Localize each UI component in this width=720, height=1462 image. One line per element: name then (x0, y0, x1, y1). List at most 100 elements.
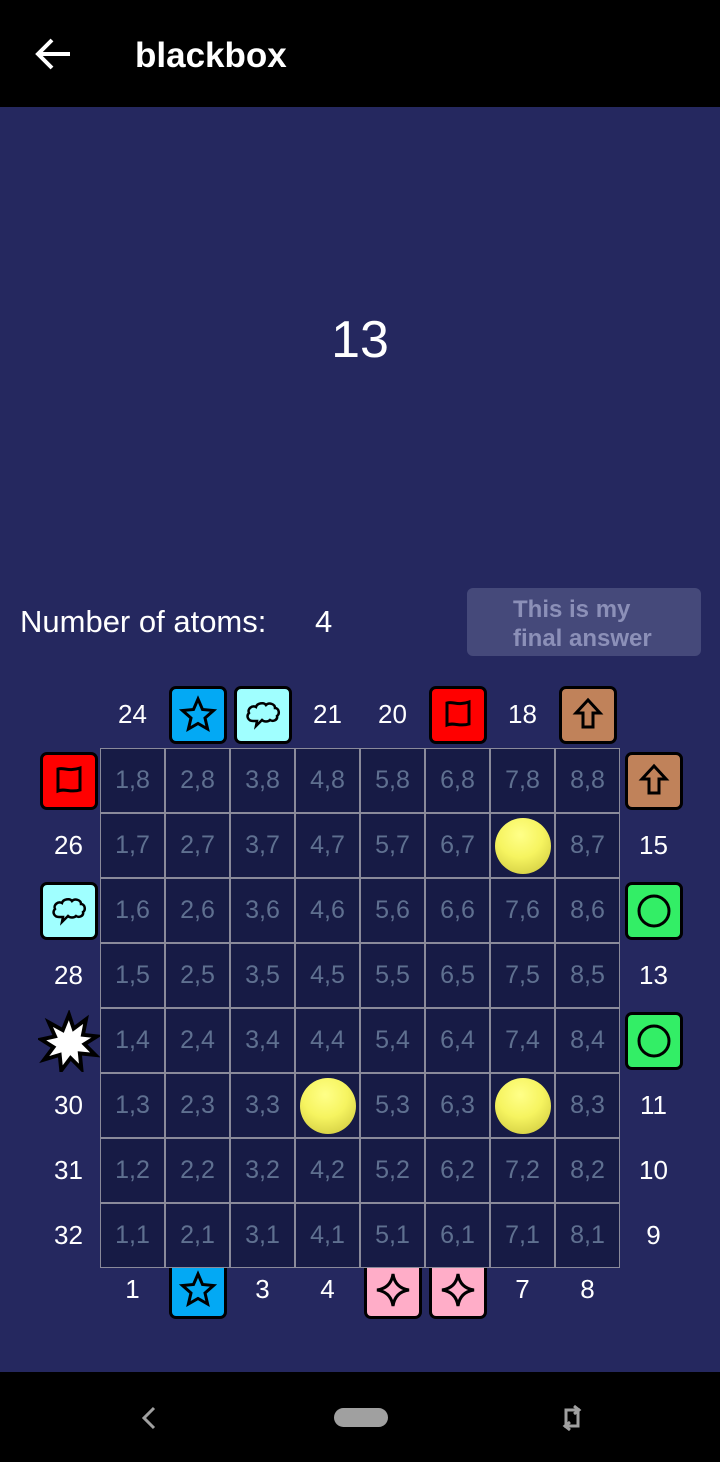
arrow-left-icon[interactable] (32, 30, 74, 78)
board-cell[interactable]: 2,7 (165, 813, 230, 878)
board-cell[interactable]: 3,5 (230, 943, 295, 1008)
board-cell[interactable]: 3,8 (230, 748, 295, 813)
final-answer-button[interactable]: This is my final answer (467, 588, 701, 656)
board-cell[interactable]: 4,2 (295, 1138, 360, 1203)
board-cell[interactable]: 7,2 (490, 1138, 555, 1203)
board-cell[interactable]: 5,4 (360, 1008, 425, 1073)
board-cell[interactable]: 3,6 (230, 878, 295, 943)
board-cell[interactable]: 6,1 (425, 1203, 490, 1268)
board-cell[interactable]: 7,8 (490, 748, 555, 813)
board-cell[interactable]: 8,1 (555, 1203, 620, 1268)
edge-label-21[interactable]: 21 (295, 682, 360, 747)
board-cell[interactable]: 2,3 (165, 1073, 230, 1138)
edge-label-31[interactable]: 31 (36, 1138, 101, 1203)
edge-label-24[interactable]: 24 (100, 682, 165, 747)
board-cell[interactable]: 8,2 (555, 1138, 620, 1203)
board-cell[interactable]: 1,1 (100, 1203, 165, 1268)
board-cell[interactable]: 3,7 (230, 813, 295, 878)
edge-label-32[interactable]: 32 (36, 1203, 101, 1268)
cloud-marker[interactable] (230, 682, 295, 747)
board-cell[interactable]: 6,2 (425, 1138, 490, 1203)
board-cell[interactable]: 5,6 (360, 878, 425, 943)
arrow-marker[interactable] (555, 682, 620, 747)
board-cell[interactable]: 1,2 (100, 1138, 165, 1203)
edge-label-9[interactable]: 9 (621, 1203, 686, 1268)
board-cell[interactable]: 3,2 (230, 1138, 295, 1203)
star-icon (168, 685, 227, 744)
rotate-icon[interactable] (558, 1400, 586, 1436)
cloud-marker[interactable] (36, 878, 101, 943)
board-cell-atom[interactable] (295, 1073, 360, 1138)
board-cell[interactable]: 5,5 (360, 943, 425, 1008)
board-cell[interactable]: 4,4 (295, 1008, 360, 1073)
explosion-icon[interactable] (36, 1008, 101, 1073)
edge-label-10[interactable]: 10 (621, 1138, 686, 1203)
board-cell[interactable]: 1,5 (100, 943, 165, 1008)
board-cell[interactable]: 3,4 (230, 1008, 295, 1073)
edge-label-26[interactable]: 26 (36, 813, 101, 878)
board-cell[interactable]: 2,1 (165, 1203, 230, 1268)
edge-label-30[interactable]: 30 (36, 1073, 101, 1138)
arrow-marker[interactable] (621, 748, 686, 813)
atom-ball-icon (299, 1077, 356, 1134)
flag-marker[interactable] (425, 682, 490, 747)
board-cell[interactable]: 3,3 (230, 1073, 295, 1138)
board-cell[interactable]: 1,8 (100, 748, 165, 813)
atom-ball-icon (494, 1077, 551, 1134)
edge-label-13[interactable]: 13 (621, 943, 686, 1008)
board-cell[interactable]: 8,3 (555, 1073, 620, 1138)
circle-icon (624, 881, 683, 940)
board-cell[interactable]: 5,8 (360, 748, 425, 813)
arrow-icon (624, 751, 683, 810)
board-cell[interactable]: 1,4 (100, 1008, 165, 1073)
board-cell[interactable]: 7,4 (490, 1008, 555, 1073)
board-cell[interactable]: 8,7 (555, 813, 620, 878)
board-cell[interactable]: 5,3 (360, 1073, 425, 1138)
board-cell[interactable]: 4,1 (295, 1203, 360, 1268)
board-cell[interactable]: 7,1 (490, 1203, 555, 1268)
board-cell[interactable]: 2,5 (165, 943, 230, 1008)
board-cell[interactable]: 2,6 (165, 878, 230, 943)
board-cell[interactable]: 6,3 (425, 1073, 490, 1138)
board-cell[interactable]: 6,6 (425, 878, 490, 943)
board-cell[interactable]: 1,7 (100, 813, 165, 878)
board-cell[interactable]: 8,5 (555, 943, 620, 1008)
board-cell[interactable]: 7,6 (490, 878, 555, 943)
board-cell[interactable]: 6,4 (425, 1008, 490, 1073)
nav-back-icon[interactable] (138, 1404, 160, 1432)
flag-icon (39, 751, 98, 810)
board-cell[interactable]: 5,2 (360, 1138, 425, 1203)
board-cell[interactable]: 6,7 (425, 813, 490, 878)
board-cell[interactable]: 8,4 (555, 1008, 620, 1073)
edge-label-11[interactable]: 11 (621, 1073, 686, 1138)
edge-label-18[interactable]: 18 (490, 682, 555, 747)
board-cell[interactable]: 2,8 (165, 748, 230, 813)
board-cell[interactable]: 4,7 (295, 813, 360, 878)
board-cell[interactable]: 3,1 (230, 1203, 295, 1268)
board-cell[interactable]: 6,8 (425, 748, 490, 813)
board-cell[interactable]: 6,5 (425, 943, 490, 1008)
board-cell[interactable]: 1,6 (100, 878, 165, 943)
nav-home-icon[interactable] (334, 1408, 388, 1427)
edge-label-20[interactable]: 20 (360, 682, 425, 747)
edge-label-15[interactable]: 15 (621, 813, 686, 878)
star-marker[interactable] (165, 682, 230, 747)
board-cell[interactable]: 1,3 (100, 1073, 165, 1138)
star-icon (168, 1260, 227, 1319)
board-cell[interactable]: 4,6 (295, 878, 360, 943)
board-cell[interactable]: 4,5 (295, 943, 360, 1008)
circle-marker[interactable] (621, 1008, 686, 1073)
flag-marker[interactable] (36, 748, 101, 813)
board-cell[interactable]: 2,2 (165, 1138, 230, 1203)
board-cell[interactable]: 5,1 (360, 1203, 425, 1268)
board-cell-atom[interactable] (490, 1073, 555, 1138)
board-cell-atom[interactable] (490, 813, 555, 878)
board-cell[interactable]: 8,8 (555, 748, 620, 813)
board-cell[interactable]: 5,7 (360, 813, 425, 878)
board-cell[interactable]: 8,6 (555, 878, 620, 943)
circle-marker[interactable] (621, 878, 686, 943)
board-cell[interactable]: 4,8 (295, 748, 360, 813)
board-cell[interactable]: 7,5 (490, 943, 555, 1008)
edge-label-28[interactable]: 28 (36, 943, 101, 1008)
board-cell[interactable]: 2,4 (165, 1008, 230, 1073)
